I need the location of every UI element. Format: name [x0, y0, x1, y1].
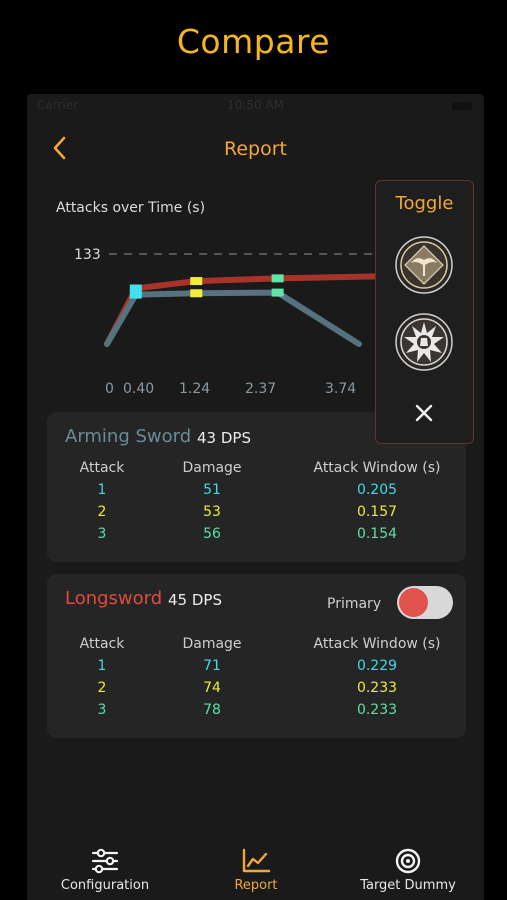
burst-emblem-icon — [395, 313, 453, 371]
tab-target-dummy[interactable]: Target Dummy — [338, 848, 478, 893]
damage-value: 51 — [203, 482, 221, 498]
attack-window-value: 0.205 — [356, 482, 398, 498]
attack-number: 1 — [97, 482, 107, 498]
battery-icon — [452, 102, 472, 110]
close-toggle-button[interactable] — [412, 401, 436, 425]
target-icon — [395, 848, 421, 874]
damage-value: 53 — [203, 504, 221, 520]
weapon-name: Longsword — [65, 588, 163, 609]
data-marker — [129, 290, 142, 299]
primary-toggle-knob — [399, 588, 428, 617]
chart-title: Attacks over Time (s) — [56, 200, 206, 216]
data-marker — [271, 288, 284, 297]
primary-label: Primary — [327, 596, 382, 612]
sliders-icon — [91, 848, 119, 874]
attack-number: 3 — [97, 526, 107, 542]
winged-emblem-button[interactable] — [395, 236, 453, 294]
column-header: Attack — [79, 636, 125, 652]
attack-number: 2 — [97, 504, 107, 520]
damage-value: 78 — [203, 702, 221, 718]
weapon-card-longsword: Longsword 45 DPS Primary Attack Damage Attack… — [47, 574, 466, 738]
column-header: Damage — [182, 460, 242, 476]
toggle-panel-title: Toggle — [395, 193, 454, 214]
nav-title: Report — [224, 138, 287, 160]
tab-configuration[interactable]: Configuration — [35, 848, 175, 893]
x-tick-label: 3.74 — [325, 381, 356, 397]
line-chart-icon — [242, 848, 271, 873]
toggle-panel: Toggle — [375, 180, 474, 444]
x-tick-label: 0.40 — [123, 381, 154, 397]
column-header: Attack Window (s) — [313, 460, 441, 476]
data-marker — [190, 289, 203, 298]
weapon-dps: 45 DPS — [168, 591, 222, 609]
attack-number: 2 — [97, 680, 107, 696]
series-line-1 — [104, 273, 420, 347]
tab-report-label: Report — [234, 878, 278, 893]
column-header: Attack — [79, 460, 125, 476]
burst-emblem-button[interactable] — [395, 313, 453, 371]
damage-value: 71 — [203, 658, 221, 674]
damage-value: 74 — [203, 680, 221, 696]
series-line-2 — [104, 289, 362, 347]
column-header: Attack Window (s) — [313, 636, 441, 652]
weapon-dps: 43 DPS — [197, 429, 251, 447]
tab-report[interactable]: Report — [186, 848, 326, 893]
attack-window-value: 0.154 — [356, 526, 398, 542]
attack-window-value: 0.233 — [356, 702, 398, 718]
attack-window-value: 0.157 — [356, 504, 398, 520]
attack-window-value: 0.233 — [356, 680, 398, 696]
attack-window-value: 0.229 — [356, 658, 398, 674]
x-tick-label: 1.24 — [179, 381, 210, 397]
page-heading: Compare — [176, 22, 331, 61]
tab-target-dummy-label: Target Dummy — [360, 878, 456, 893]
phone-screen: Carrier 10:50 AM Report Attacks over Tim… — [27, 94, 484, 900]
reference-label: 133 — [74, 247, 101, 263]
column-header: Damage — [182, 636, 242, 652]
tab-configuration-label: Configuration — [60, 878, 150, 893]
attack-number: 1 — [97, 658, 107, 674]
x-tick-label: 2.37 — [245, 381, 276, 397]
status-time: 10:50 AM — [227, 98, 284, 112]
close-icon — [415, 404, 433, 422]
data-marker — [271, 274, 284, 283]
winged-emblem-icon — [395, 236, 453, 294]
x-tick-label: 0 — [105, 381, 114, 397]
weapon-name: Arming Sword — [65, 426, 192, 447]
primary-toggle[interactable] — [397, 586, 453, 619]
data-marker — [190, 277, 203, 286]
damage-value: 56 — [203, 526, 221, 542]
attack-number: 3 — [97, 702, 107, 718]
